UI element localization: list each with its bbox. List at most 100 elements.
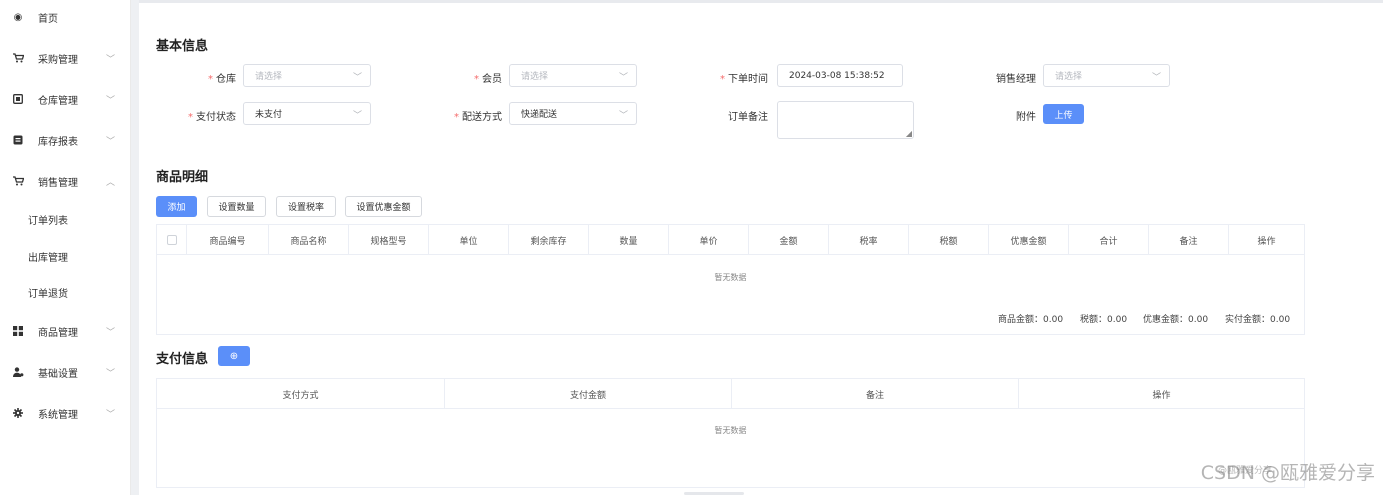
payment-empty-text: 暂无数据 (714, 426, 747, 435)
column-header: 备注 (1149, 225, 1229, 255)
chevron-down-icon: ﹀ (352, 73, 362, 83)
sidebar-subitem-order-list[interactable]: 订单列表 (0, 205, 131, 233)
gear-icon (12, 407, 24, 419)
upload-button[interactable]: 上传 (1043, 104, 1084, 124)
column-header: 优惠金额 (989, 225, 1069, 255)
sidebar-item-label: 仓库管理 (38, 95, 78, 107)
sidebar-item-label: 采购管理 (38, 54, 78, 66)
column-header: 税率 (829, 225, 909, 255)
chevron-down-icon: ﹀ (106, 410, 116, 420)
sidebar-item-warehouse[interactable]: 仓库管理 ﹀ (0, 84, 131, 114)
discount-summary: 优惠金额：0.00 (1143, 315, 1209, 325)
payment-table: 支付方式 支付金额 备注 操作 暂无数据 (156, 378, 1305, 488)
sidebar-subitem-label: 订单列表 (28, 215, 68, 227)
paid-summary: 实付金额：0.00 (1225, 315, 1291, 325)
sales-manager-select[interactable]: 请选择 ﹀ (1043, 64, 1170, 87)
section-title-payment: 支付信息 (156, 352, 209, 367)
sidebar-subitem-outbound[interactable]: 出库管理 (0, 242, 131, 270)
watermark: CSDN @瓯雅爱分享 (1200, 462, 1375, 484)
users-icon (12, 366, 24, 378)
sidebar: ◉ 首页 采购管理 ﹀ 仓库管理 ﹀ 库存报表 ﹀ 销售管理 ︿ 订单列表 出库… (0, 0, 131, 495)
column-header: 操作 (1152, 390, 1171, 401)
warehouse-label: * 仓库 (208, 74, 236, 85)
column-header: 税额 (909, 225, 989, 255)
sidebar-item-home[interactable]: ◉ 首页 (0, 2, 131, 32)
column-header: 备注 (732, 379, 1019, 409)
select-all-checkbox[interactable] (166, 235, 177, 245)
order-time-label: * 下单时间 (720, 74, 768, 85)
column-header: 操作 (1257, 236, 1276, 247)
sidebar-item-label: 系统管理 (38, 409, 78, 421)
set-tax-rate-button[interactable]: 设置税率 (276, 196, 336, 217)
order-note-label: 订单备注 (728, 112, 768, 123)
plus-circle-icon: ⊕ (229, 350, 239, 362)
sidebar-subitem-label: 订单退货 (28, 288, 68, 300)
resize-grip-icon[interactable]: ◢ (906, 129, 912, 138)
sidebar-subitem-order-return[interactable]: 订单退货 (0, 278, 131, 306)
sidebar-item-label: 基础设置 (38, 368, 78, 380)
section-title-basic-info: 基本信息 (156, 39, 209, 54)
chevron-down-icon: ﹀ (106, 96, 116, 106)
goods-amount-summary: 商品金额：0.00 (998, 315, 1064, 325)
select-all-cell (157, 225, 187, 255)
member-label: * 会员 (474, 74, 502, 85)
column-header: 商品名称 (269, 225, 349, 255)
attachment-label: 附件 (1016, 112, 1036, 123)
add-payment-button[interactable]: ⊕ (218, 346, 250, 366)
sidebar-item-label: 库存报表 (38, 136, 78, 148)
goods-table: 商品编号 商品名称 规格型号 单位 剩余库存 数量 单价 金额 税率 税额 优惠… (156, 224, 1305, 335)
order-time-value: 2024-03-08 15:38:52 (789, 70, 885, 81)
column-header: 单位 (429, 225, 509, 255)
layout-gutter (131, 0, 139, 495)
set-quantity-button[interactable]: 设置数量 (207, 196, 266, 217)
goods-table-header: 商品编号 商品名称 规格型号 单位 剩余库存 数量 单价 金额 税率 税额 优惠… (157, 225, 1304, 255)
warehouse-select[interactable]: 请选择 ﹀ (243, 64, 371, 87)
column-header: 剩余库存 (509, 225, 589, 255)
sidebar-item-stock-report[interactable]: 库存报表 ﹀ (0, 125, 131, 155)
chevron-down-icon: ﹀ (352, 111, 362, 121)
warehouse-icon (12, 93, 24, 105)
sidebar-item-label: 商品管理 (38, 327, 78, 339)
grid-icon (12, 325, 24, 337)
goods-empty-text: 暂无数据 (714, 273, 747, 282)
sidebar-item-system[interactable]: 系统管理 ﹀ (0, 398, 131, 428)
section-title-goods: 商品明细 (156, 170, 209, 185)
pay-status-select[interactable]: 未支付 ﹀ (243, 102, 371, 125)
column-header: 金额 (749, 225, 829, 255)
column-header: 数量 (589, 225, 669, 255)
sidebar-item-purchase[interactable]: 采购管理 ﹀ (0, 43, 131, 73)
report-icon (12, 134, 24, 146)
pay-status-label: * 支付状态 (188, 112, 236, 123)
order-note-textarea[interactable]: ◢ (777, 101, 914, 139)
column-header: 支付金额 (445, 379, 732, 409)
sidebar-subitem-label: 出库管理 (28, 252, 68, 264)
payment-table-header: 支付方式 支付金额 备注 操作 (157, 379, 1304, 409)
chevron-down-icon: ﹀ (106, 369, 116, 379)
dashboard-icon: ◉ (13, 11, 23, 23)
sidebar-item-basic-settings[interactable]: 基础设置 ﹀ (0, 357, 131, 387)
chevron-down-icon: ﹀ (106, 328, 116, 338)
sidebar-item-label: 首页 (38, 13, 58, 25)
order-time-input[interactable]: 2024-03-08 15:38:52 (777, 64, 903, 87)
delivery-label: * 配送方式 (454, 112, 502, 123)
set-discount-button[interactable]: 设置优惠金额 (345, 196, 422, 217)
chevron-up-icon: ︿ (106, 178, 116, 188)
add-goods-button[interactable]: 添加 (156, 196, 197, 217)
chevron-down-icon: ﹀ (106, 137, 116, 147)
column-header: 单价 (669, 225, 749, 255)
chevron-down-icon: ﹀ (618, 111, 628, 121)
sidebar-item-label: 销售管理 (38, 177, 78, 189)
sidebar-item-sales[interactable]: 销售管理 ︿ (0, 166, 131, 196)
chevron-down-icon: ﹀ (618, 73, 628, 83)
top-divider (139, 0, 1383, 3)
chevron-down-icon: ﹀ (106, 55, 116, 65)
cart-icon (12, 52, 24, 64)
delivery-select[interactable]: 快递配送 ﹀ (509, 102, 637, 125)
tax-summary: 税额：0.00 (1080, 315, 1128, 325)
cart-icon (12, 175, 24, 187)
column-header: 商品编号 (187, 225, 269, 255)
column-header: 支付方式 (157, 379, 445, 409)
sales-manager-label: 销售经理 (996, 74, 1036, 85)
member-select[interactable]: 请选择 ﹀ (509, 64, 637, 87)
sidebar-item-goods[interactable]: 商品管理 ﹀ (0, 316, 131, 346)
